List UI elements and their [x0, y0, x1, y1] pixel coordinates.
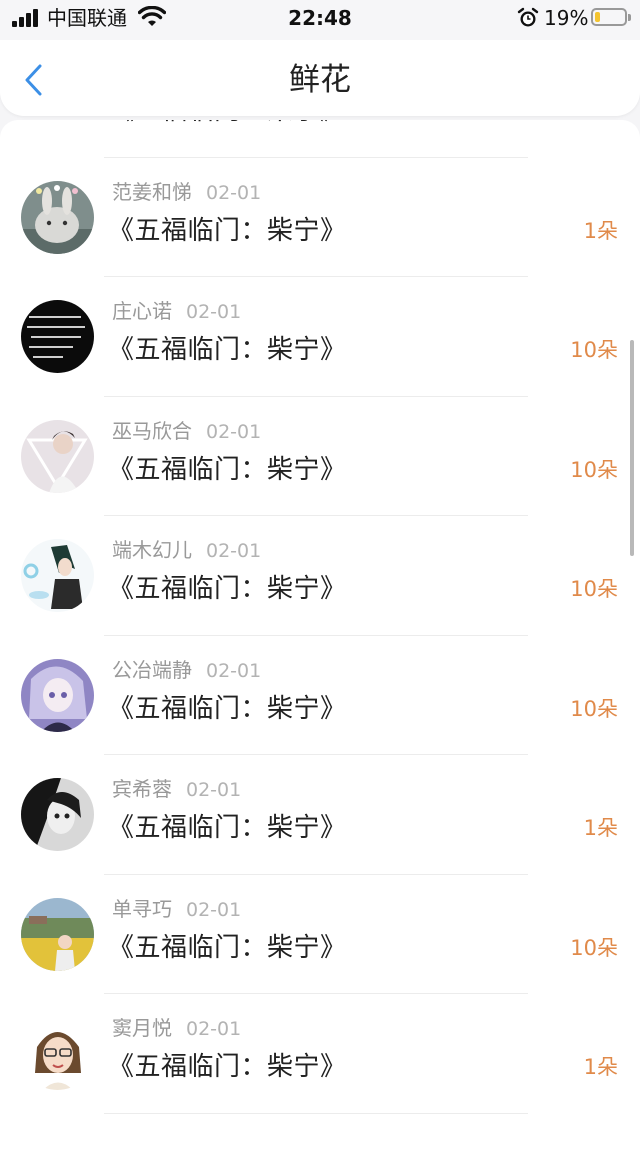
- gift-date: 02-01: [186, 898, 242, 921]
- navigation-bar: 鲜花: [0, 40, 640, 116]
- battery-icon: [591, 8, 631, 26]
- flower-count: 1朵: [584, 120, 618, 126]
- list-item[interactable]: 宾希蓉 02-01 《五福临门：柴宁》 1朵: [0, 755, 640, 875]
- user-name: 庄心诺: [112, 299, 172, 323]
- flower-count: 10朵: [570, 935, 618, 960]
- avatar[interactable]: [21, 300, 94, 373]
- user-name: 巫马欣合: [112, 418, 192, 443]
- user-name: 宾希蓉: [112, 777, 172, 801]
- list-item[interactable]: 端木幻儿 02-01 《五福临门：柴宁》 10朵: [0, 516, 640, 636]
- avatar[interactable]: [21, 897, 94, 971]
- flower-count: 10朵: [570, 457, 618, 482]
- status-bar: 中国联通 22:48 19%: [0, 0, 640, 40]
- avatar[interactable]: [21, 539, 94, 612]
- gift-date: 02-01: [186, 1018, 242, 1040]
- gift-date: 02-01: [206, 181, 262, 204]
- user-name-line: 宾希蓉 02-01: [112, 775, 241, 804]
- avatar[interactable]: [21, 419, 94, 493]
- list-item[interactable]: 范姜和悌 02-01 《五福临门：柴宁》 1朵: [0, 158, 640, 278]
- book-title: 《五福临门：柴宁》: [108, 335, 347, 365]
- user-name: 单寻巧: [112, 896, 172, 921]
- list-item[interactable]: 窦月悦 02-01 《五福临门：柴宁》 1朵: [0, 994, 640, 1114]
- book-title: 《五福临门：柴宁》: [108, 574, 347, 604]
- flower-count: 1朵: [583, 816, 618, 840]
- list-item[interactable]: 单寻巧 02-01 《五福临门：柴宁》 10朵: [0, 875, 640, 995]
- flower-count: 1朵: [583, 1055, 618, 1079]
- avatar[interactable]: [21, 778, 94, 851]
- list-item[interactable]: 《五福临门：柴宁》 1朵: [0, 120, 640, 158]
- user-name-line: 端木幻儿 02-01: [112, 536, 261, 565]
- flower-count: 1朵: [583, 218, 618, 243]
- avatar[interactable]: [21, 180, 94, 254]
- avatar[interactable]: [21, 1017, 94, 1090]
- page-title: 鲜花: [289, 62, 351, 98]
- avatar[interactable]: [21, 658, 94, 732]
- flower-count: 10朵: [570, 577, 618, 601]
- book-title: 《五福临门：柴宁》: [108, 1052, 347, 1082]
- scroll-indicator[interactable]: [630, 340, 634, 556]
- user-name-line: 巫马欣合 02-01: [112, 417, 261, 446]
- gift-date: 02-01: [186, 301, 242, 323]
- flower-list[interactable]: 《五福临门：柴宁》 1朵 范姜和悌02-01 《: [0, 120, 640, 1160]
- gift-date: 02-01: [206, 420, 262, 443]
- gift-date: 02-01: [206, 540, 262, 562]
- list-item[interactable]: 巫马欣合 02-01 《五福临门：柴宁》 10朵: [0, 397, 640, 517]
- list-item[interactable]: 庄心诺 02-01 《五福临门：柴宁》 10朵: [0, 277, 640, 397]
- list-item[interactable]: 公冶端静 02-01 《五福临门：柴宁》 10朵: [0, 636, 640, 756]
- flower-list-rows: 《五福临门：柴宁》 1朵 范姜和悌02-01 《: [0, 120, 640, 1114]
- user-name-line: 单寻巧 02-01: [112, 895, 241, 924]
- user-name: 公冶端静: [112, 657, 192, 682]
- user-name-line: 庄心诺 02-01: [112, 297, 241, 326]
- gift-date: 02-01: [186, 779, 242, 801]
- user-name-line: 公冶端静 02-01: [112, 656, 261, 685]
- user-name-line: 范姜和悌 02-01: [112, 178, 261, 207]
- alarm-clock-icon: [517, 7, 539, 27]
- book-title: 《五福临门：柴宁》: [108, 693, 347, 724]
- flower-count: 10朵: [570, 338, 618, 362]
- user-name-line: 窦月悦 02-01: [112, 1014, 241, 1043]
- book-title: 《五福临门：柴宁》: [108, 932, 347, 963]
- battery-percentage: 19%: [544, 6, 589, 30]
- book-title: 《五福临门：柴宁》: [108, 120, 347, 129]
- flower-count: 10朵: [570, 696, 618, 721]
- user-name: 窦月悦: [112, 1016, 172, 1040]
- book-title: 《五福临门：柴宁》: [108, 215, 347, 246]
- user-name: 端木幻儿: [112, 538, 192, 562]
- battery-level-fill: [595, 12, 600, 22]
- book-title: 《五福临门：柴宁》: [108, 813, 347, 843]
- user-name: 范姜和悌: [112, 179, 192, 204]
- book-title: 《五福临门：柴宁》: [108, 454, 347, 485]
- gift-date: 02-01: [206, 659, 262, 682]
